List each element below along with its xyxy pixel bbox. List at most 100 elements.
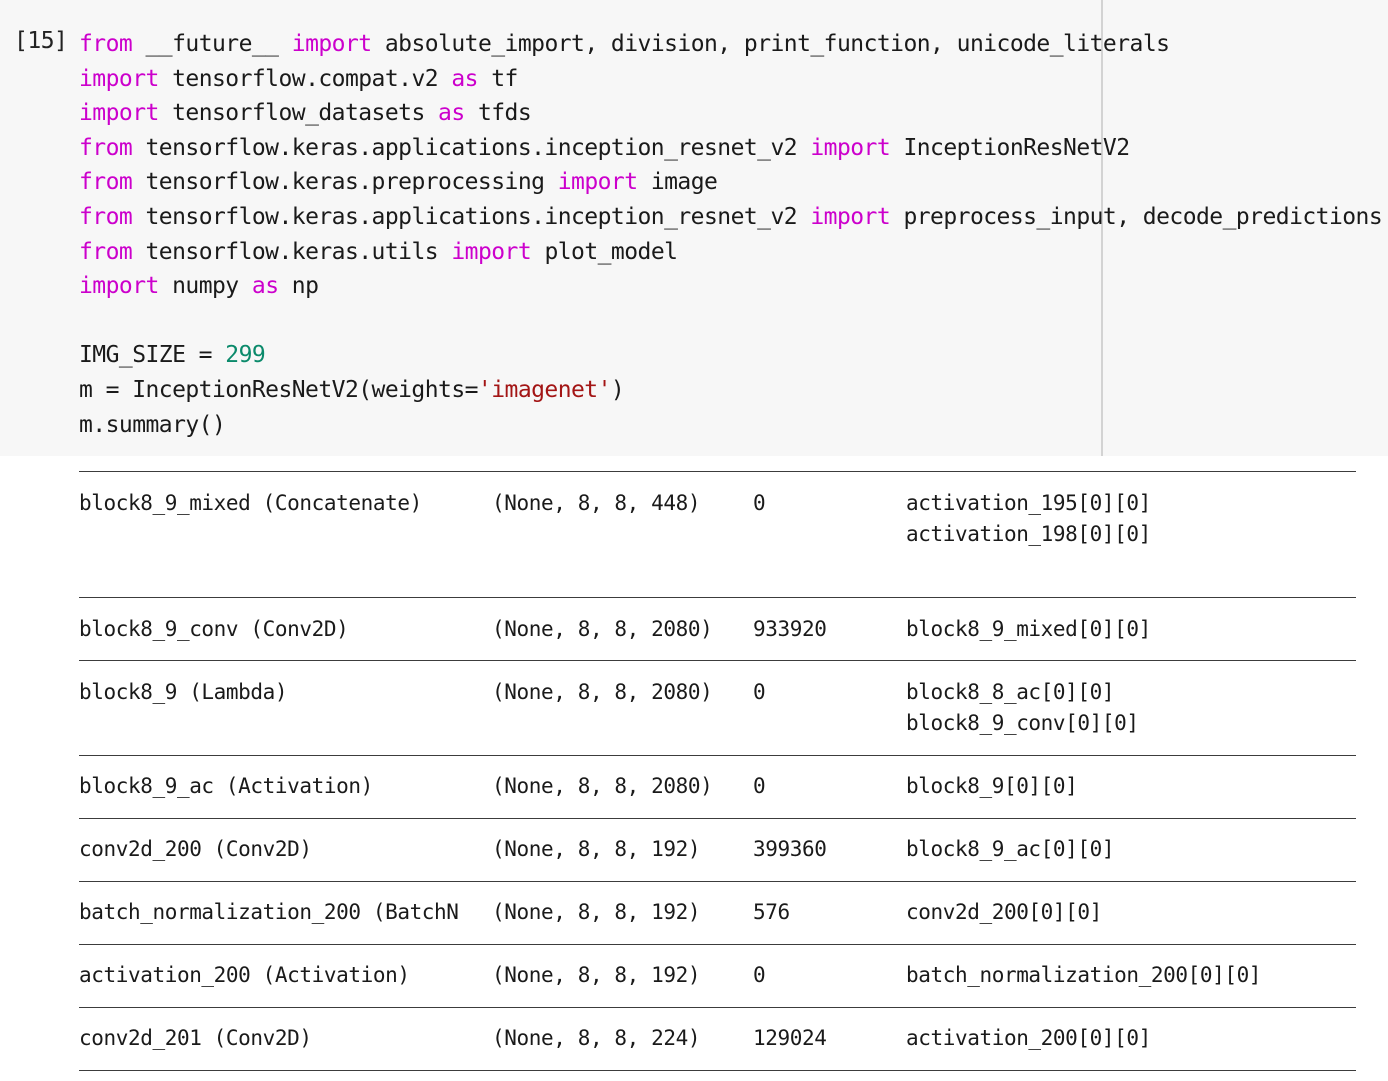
output-shape-cell: (None, 8, 8, 448): [492, 490, 701, 515]
code-keyword: import: [810, 134, 891, 161]
code-keyword: import: [291, 31, 372, 57]
param-count-cell: 129024: [753, 1026, 827, 1050]
layer-name-cell: batch_normalization_200 (BatchN: [79, 900, 459, 924]
code-line: from tensorflow.keras.applications.incep…: [79, 131, 1382, 166]
code-keyword: as: [451, 65, 478, 92]
separator-rule: [79, 754, 1356, 756]
connected-to-cell: activation_200[0][0]: [906, 1026, 1151, 1050]
separator-rule: [79, 1069, 1356, 1071]
code-text: m.summary(): [79, 411, 226, 438]
connected-to-cell: block8_9[0][0]: [906, 774, 1078, 798]
code-line: from tensorflow.keras.utils import plot_…: [79, 235, 1382, 270]
table-row: conv2d_200 (Conv2D) (None, 8, 8, 192) 3993…: [79, 834, 1356, 866]
separator-rule: [79, 880, 1356, 882]
code-line: import tensorflow_datasets as tfds: [79, 96, 1382, 131]
table-separator: [79, 866, 1356, 898]
code-text: numpy: [158, 273, 252, 300]
table-row: conv2d_201 (Conv2D) (None, 8, 8, 224) 1290…: [79, 1023, 1356, 1055]
table-separator: [79, 803, 1356, 835]
param-count-cell: 0: [753, 963, 766, 987]
table-row: block8_9_mixed (Concatenate) (None, 8, 8,…: [79, 488, 1356, 520]
code-text: tensorflow.keras.applications.inception_…: [132, 203, 811, 230]
output-shape-cell: (None, 8, 8, 2080): [492, 679, 713, 704]
code-keyword: import: [79, 65, 159, 92]
code-line: import tensorflow.compat.v2 as tf: [79, 62, 1382, 97]
param-count-cell: 399360: [753, 837, 827, 861]
output-shape-cell: (None, 8, 8, 224): [492, 1026, 701, 1050]
code-line: from tensorflow.keras.applications.incep…: [79, 200, 1383, 235]
output-shape-cell: (None, 8, 8, 2080): [492, 774, 713, 798]
table-row: activation_200 (Activation) (None, 8, 8, …: [79, 960, 1356, 992]
layer-name-cell: block8_9_ac (Activation): [79, 774, 373, 798]
code-keyword: import: [810, 203, 891, 230]
code-keyword: import: [451, 238, 532, 265]
connected-to-cell: block8_9_mixed[0][0]: [906, 616, 1151, 641]
code-keyword: import: [79, 273, 159, 300]
table-separator: [79, 1055, 1356, 1081]
code-keyword: import: [557, 169, 638, 196]
code-text: image: [637, 169, 718, 196]
connected-to-cell: batch_normalization_200[0][0]: [906, 963, 1262, 987]
table-separator: [79, 582, 1356, 614]
code-text: tensorflow_datasets: [158, 100, 439, 127]
code-number: 299: [225, 342, 266, 369]
code-keyword: from: [79, 238, 133, 265]
layer-name-cell: conv2d_201 (Conv2D): [79, 1026, 312, 1050]
code-keyword: as: [251, 273, 279, 300]
code-line: from tensorflow.keras.preprocessing impo…: [79, 165, 1382, 200]
code-editor[interactable]: from __future__ import absolute_import, …: [79, 27, 1383, 442]
model-summary-table: block8_9_mixed (Concatenate) (None, 8, 8,…: [79, 456, 1356, 1081]
output-shape-cell: (None, 8, 8, 2080): [492, 616, 713, 641]
separator-rule: [79, 1006, 1356, 1008]
code-keyword: as: [438, 100, 465, 127]
notebook-code-cell[interactable]: [15] from __future__ import absolute_imp…: [0, 0, 1388, 456]
code-keyword: from: [79, 134, 133, 161]
table-separator: [79, 740, 1356, 772]
param-count-cell: 933920: [753, 616, 827, 641]
separator-rule: [79, 943, 1356, 945]
connected-to-cell: activation_195[0][0]: [906, 490, 1151, 515]
code-line: import numpy as np: [79, 269, 1382, 304]
connected-to-cell: block8_9_conv[0][0]: [906, 711, 1139, 735]
table-separator: [79, 456, 1356, 488]
connected-to-cell: block8_9_ac[0][0]: [906, 837, 1115, 861]
code-line: m = InceptionResNetV2(weights='imagenet'…: [79, 373, 1382, 408]
code-text: plot_model: [531, 238, 678, 265]
code-text: np: [278, 273, 319, 300]
layer-name-cell: conv2d_200 (Conv2D): [79, 837, 312, 861]
layer-name-cell: block8_9_mixed (Concatenate): [79, 490, 422, 515]
connected-to-cell: block8_8_ac[0][0]: [906, 679, 1115, 704]
layer-name-cell: block8_9 (Lambda): [79, 679, 288, 704]
connected-to-cell: conv2d_200[0][0]: [906, 900, 1102, 924]
code-text: tensorflow.keras.utils: [132, 238, 452, 265]
layer-name-cell: activation_200 (Activation): [79, 963, 410, 987]
param-count-cell: 0: [753, 679, 766, 704]
code-text: tensorflow.keras.preprocessing: [132, 169, 558, 196]
output-shape-cell: (None, 8, 8, 192): [492, 837, 701, 861]
code-text: InceptionResNetV2: [890, 134, 1130, 161]
code-text: ): [610, 376, 625, 403]
code-keyword: from: [79, 203, 133, 230]
code-line: IMG_SIZE = 299: [79, 338, 1382, 373]
separator-rule: [79, 471, 1356, 473]
code-text: tfds: [464, 100, 532, 127]
code-keyword: from: [79, 31, 133, 57]
param-count-cell: 0: [753, 774, 766, 798]
code-keyword: from: [79, 169, 133, 196]
table-row: block8_9 (Lambda) (None, 8, 8, 2080) 0 bloc…: [79, 677, 1356, 709]
table-separator: [79, 992, 1356, 1024]
connected-to-cell: activation_198[0][0]: [906, 522, 1151, 546]
table-separator: [79, 929, 1356, 961]
code-text: m = InceptionResNetV2(weights=: [79, 376, 478, 403]
code-text: preprocess_input, decode_predictions: [890, 203, 1383, 230]
output-shape-cell: (None, 8, 8, 192): [492, 900, 701, 924]
cell-execution-count: [15]: [14, 28, 68, 54]
code-text: tensorflow.keras.applications.inception_…: [132, 134, 811, 161]
table-row-continuation: block8_9_conv[0][0]: [79, 708, 1356, 740]
param-count-cell: 576: [753, 900, 790, 924]
code-string: 'imagenet': [477, 376, 612, 403]
separator-rule: [79, 597, 1356, 599]
code-text: tensorflow.compat.v2: [158, 65, 452, 92]
